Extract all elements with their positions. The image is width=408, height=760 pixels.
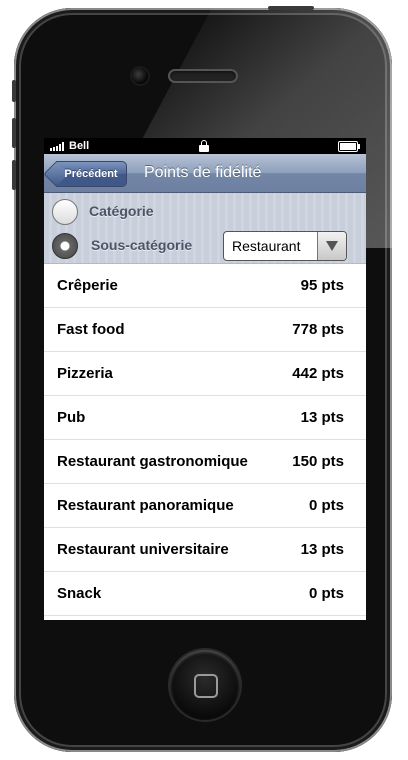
home-square-icon [194, 674, 218, 698]
page-title: Points de fidélité [144, 164, 262, 181]
radio-category[interactable] [52, 199, 78, 225]
dropdown-arrow-button[interactable] [317, 232, 346, 260]
radio-subcategory[interactable] [52, 233, 78, 259]
filter-panel: Catégorie Sous-catégorie Restaurant [44, 193, 366, 264]
list-item[interactable]: Restaurant panoramique 0 pts [44, 484, 366, 528]
radio-category-label[interactable]: Catégorie [89, 203, 154, 219]
list-item[interactable]: Snack 0 pts [44, 572, 366, 616]
power-button [268, 6, 314, 10]
list-item[interactable]: Pizzeria 442 pts [44, 352, 366, 396]
list-item-name: Snack [57, 585, 102, 602]
list-item-name: Restaurant universitaire [57, 541, 229, 558]
list-item-points: 13 pts [300, 541, 344, 558]
radio-subcategory-label[interactable]: Sous-catégorie [91, 237, 192, 253]
list-item-points: 0 pts [308, 585, 344, 602]
screen: Bell Précédent Points de fidélité Catégo… [44, 138, 366, 620]
list-item-name: Pizzeria [57, 365, 113, 382]
list-item[interactable]: Crêperie 95 pts [44, 264, 366, 308]
lock-icon [199, 140, 209, 152]
status-bar: Bell [44, 138, 366, 154]
back-button-label: Précédent [64, 168, 118, 180]
list-item-points: 778 pts [292, 321, 344, 338]
list-item-points: 95 pts [300, 277, 344, 294]
subcategory-dropdown[interactable]: Restaurant [223, 231, 347, 261]
mute-switch [12, 80, 16, 102]
signal-strength-icon [50, 141, 65, 151]
chevron-down-icon [326, 241, 338, 251]
volume-down-button [12, 160, 16, 190]
list-item-name: Restaurant gastronomique [57, 453, 248, 470]
back-button[interactable]: Précédent [56, 161, 127, 187]
volume-up-button [12, 118, 16, 148]
list-item-name: Pub [57, 409, 86, 426]
list-item-name: Crêperie [57, 277, 118, 294]
battery-icon [338, 141, 360, 152]
carrier-name: Bell [69, 140, 90, 152]
earpiece-speaker [168, 69, 238, 83]
list-item-name: Restaurant panoramique [57, 497, 234, 514]
list-item[interactable]: Fast food 778 pts [44, 308, 366, 352]
list-item[interactable]: Restaurant gastronomique 150 pts [44, 440, 366, 484]
list-item-points: 442 pts [292, 365, 344, 382]
list-item-points: 0 pts [308, 497, 344, 514]
list-item[interactable]: Pub 13 pts [44, 396, 366, 440]
list-item-points: 150 pts [292, 453, 344, 470]
points-list: Crêperie 95 pts Fast food 778 pts Pizzeria 44… [44, 264, 366, 616]
navigation-bar: Précédent Points de fidélité [44, 154, 366, 193]
list-item-name: Fast food [57, 321, 125, 338]
list-item-points: 13 pts [300, 409, 344, 426]
front-camera-icon [132, 68, 148, 84]
list-item[interactable]: Restaurant universitaire 13 pts [44, 528, 366, 572]
dropdown-selected-value: Restaurant [232, 238, 301, 254]
